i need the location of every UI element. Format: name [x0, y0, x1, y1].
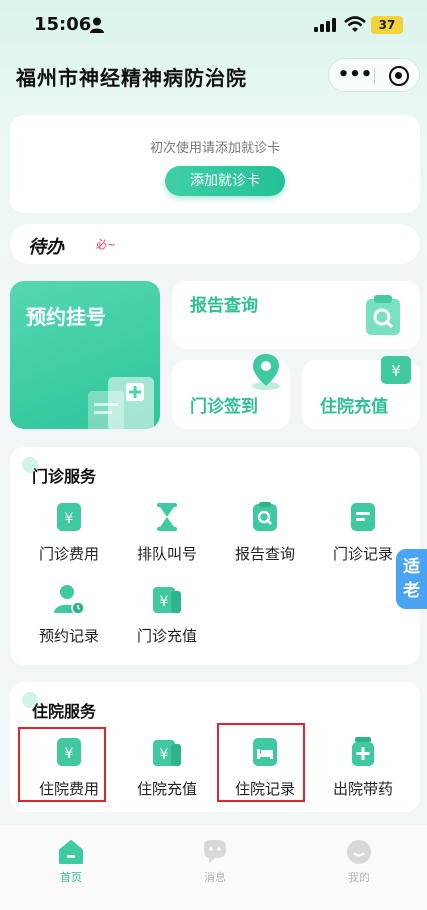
outpatient-services-section: 门诊服务 ¥ 门诊费用 排队叫号 报告查询 门诊记录 预约记录 ¥ 门诊充值: [10, 447, 420, 665]
status-time: 15:06: [34, 14, 92, 35]
hourglass-icon: [157, 503, 177, 531]
todo-title: 待办: [28, 237, 64, 258]
highlight-box-inpatient-record: [217, 723, 305, 802]
outpatient-recharge-button[interactable]: ¥ 门诊充值: [118, 583, 216, 653]
record-icon: [351, 503, 375, 531]
tab-mine[interactable]: 我的: [324, 839, 394, 885]
appointment-label: 预约挂号: [26, 305, 106, 329]
tab-messages[interactable]: 消息: [180, 839, 250, 885]
status-bar: 15:06 37: [0, 0, 427, 52]
chat-bubble-icon: [204, 840, 226, 863]
inpatient-services-title: 住院服务: [21, 692, 96, 722]
report-search-icon: [253, 502, 277, 531]
outpatient-report-button[interactable]: 报告查询: [216, 501, 314, 571]
smiley-face-icon: [347, 840, 371, 864]
tab-home[interactable]: 首页: [36, 839, 106, 885]
yuan-doc-icon: ¥: [57, 503, 81, 531]
report-query-label: 报告查询: [190, 296, 258, 316]
todo-badge: 必~: [96, 238, 117, 251]
highlight-box-inpatient-fee: [18, 727, 106, 802]
outpatient-services-title: 门诊服务: [21, 457, 96, 487]
elder-mode-label-2: 老: [403, 581, 420, 601]
wifi-icon: [344, 16, 366, 32]
signal-icon: [314, 18, 336, 32]
location-pin-icon: [252, 354, 280, 390]
person-icon: [90, 17, 104, 33]
outpatient-checkin-label: 门诊签到: [190, 397, 258, 417]
person-clock-icon: [54, 585, 85, 615]
outpatient-recharge-label: 门诊充值: [136, 627, 197, 645]
todo-bar[interactable]: 待办 必~: [10, 224, 420, 264]
svg-text:¥: ¥: [160, 594, 169, 610]
svg-text:¥: ¥: [391, 362, 401, 380]
report-query-button[interactable]: 报告查询: [172, 281, 420, 349]
elder-mode-button[interactable]: 适 老: [396, 549, 427, 609]
appointment-button[interactable]: 预约挂号: [10, 281, 160, 429]
outpatient-checkin-button[interactable]: 门诊签到: [172, 354, 290, 429]
discharge-medicine-button[interactable]: 出院带药: [314, 736, 412, 806]
svg-text:¥: ¥: [160, 747, 169, 763]
add-card-button[interactable]: 添加就诊卡: [165, 166, 285, 196]
capsule-divider: [374, 68, 375, 84]
page-title: 福州市神经精神病防治院: [16, 66, 247, 90]
appointment-record-button[interactable]: 预约记录: [20, 583, 118, 653]
inpatient-recharge-label: 住院充值: [136, 780, 197, 798]
tab-mine-label: 我的: [348, 871, 370, 884]
outpatient-report-label: 报告查询: [234, 545, 295, 563]
inpatient-recharge-quick-button[interactable]: 住院充值 ¥: [302, 356, 420, 429]
close-mini-program-button[interactable]: [389, 66, 409, 86]
appointment-record-label: 预约记录: [38, 627, 99, 645]
report-search-icon: [366, 295, 400, 335]
queue-number-button[interactable]: 排队叫号: [118, 501, 216, 571]
svg-text:¥: ¥: [65, 511, 74, 527]
inpatient-recharge-quick-label: 住院充值: [320, 397, 388, 417]
battery-indicator: 37: [371, 16, 403, 34]
queue-number-label: 排队叫号: [136, 545, 197, 563]
medicine-icon: [352, 737, 374, 766]
tab-home-label: 首页: [60, 871, 82, 884]
add-card-panel: 初次使用请添加就诊卡 添加就诊卡: [10, 115, 420, 213]
inpatient-recharge-button[interactable]: ¥ 住院充值: [118, 736, 216, 806]
yuan-recharge-icon: ¥: [153, 740, 181, 766]
outpatient-fee-button[interactable]: ¥ 门诊费用: [20, 501, 118, 571]
bottom-tab-bar: 首页 消息 我的: [0, 825, 427, 910]
mini-program-capsule: •••: [328, 58, 420, 92]
home-icon: [59, 840, 83, 864]
outpatient-fee-label: 门诊费用: [38, 545, 99, 563]
elder-mode-label-1: 适: [403, 557, 420, 577]
medical-document-icon: [88, 377, 154, 429]
tab-messages-label: 消息: [204, 871, 226, 884]
add-card-hint: 初次使用请添加就诊卡: [149, 141, 280, 156]
yuan-recharge-icon: ¥: [153, 587, 181, 613]
yuan-card-icon: ¥: [381, 356, 411, 384]
more-button[interactable]: •••: [337, 61, 373, 89]
discharge-medicine-label: 出院带药: [332, 780, 393, 798]
